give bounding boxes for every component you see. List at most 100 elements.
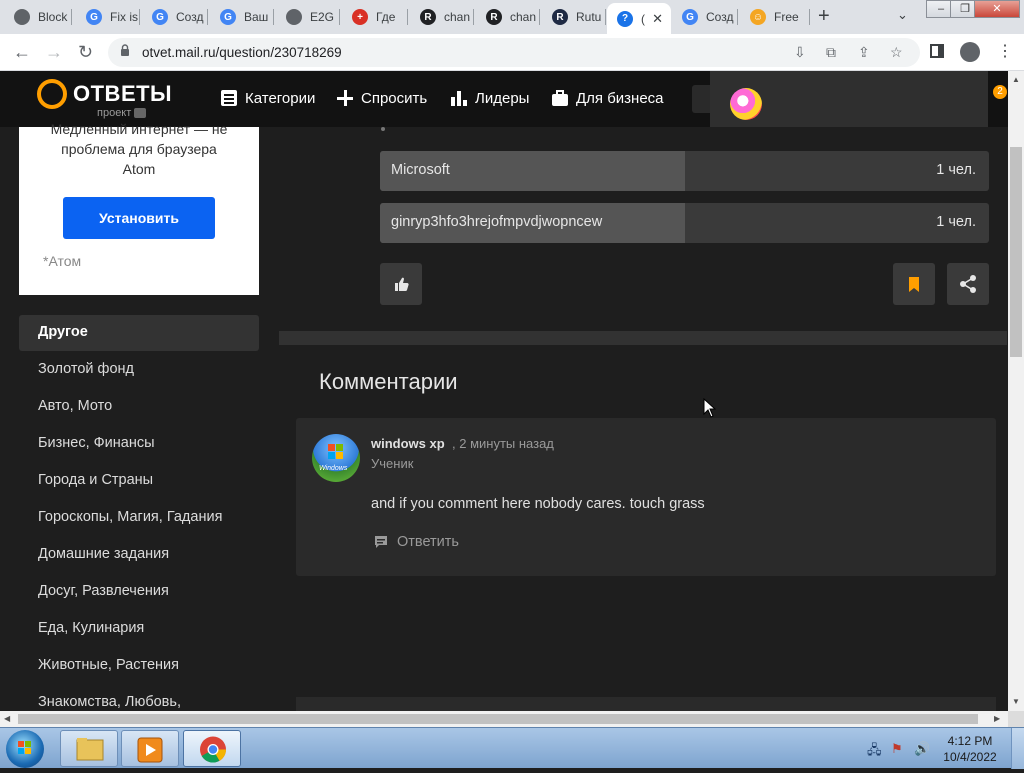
nav-categories[interactable]: Категории <box>220 89 315 107</box>
taskbar-explorer[interactable] <box>60 730 118 767</box>
action-center-icon[interactable]: ⚑ <box>891 741 903 757</box>
lock-icon[interactable] <box>120 44 130 56</box>
share-icon[interactable]: ⇪ <box>858 44 870 61</box>
back-icon[interactable]: ← <box>13 42 31 63</box>
nav-leaders[interactable]: Лидеры <box>450 89 529 107</box>
start-button[interactable] <box>6 730 44 768</box>
category-item[interactable]: Бизнес, Финансы <box>38 435 155 451</box>
browser-tab[interactable]: ? (✕ <box>607 3 671 34</box>
taskbar-media-player[interactable] <box>121 730 179 767</box>
comment-author[interactable]: windows xp <box>371 436 445 451</box>
browser-tab[interactable]: E2G <box>276 3 340 31</box>
ad-note: *Атом <box>43 253 82 269</box>
category-item[interactable]: Гороскопы, Магия, Гадания <box>38 509 222 525</box>
taskbar-clock[interactable]: 4:12 PM 10/4/2022 <box>940 733 1000 765</box>
nav-ask-label: Спросить <box>361 89 428 107</box>
thumbs-up-icon <box>395 277 409 291</box>
browser-tab[interactable]: R Rutu <box>542 3 606 31</box>
forward-icon[interactable]: → <box>45 42 63 63</box>
nav-categories-label: Категории <box>245 89 316 107</box>
browser-tab-label: Fix is <box>110 10 138 24</box>
browser-tab[interactable]: G Созд <box>142 3 208 31</box>
bookmark-star-icon[interactable]: ☆ <box>890 44 903 61</box>
horizontal-scrollbar[interactable]: ◀ ▶ <box>0 711 1008 727</box>
browser-tab[interactable]: G Fix is <box>76 3 140 31</box>
category-item[interactable]: Домашние задания <box>38 546 169 562</box>
logo-subtitle: проект <box>97 107 147 119</box>
comment-time: , 2 минуты назад <box>452 436 554 451</box>
poll-option-label: ginryp3hfo3hrejofmpvdjwopncew <box>391 214 603 230</box>
menu-icon[interactable]: ⋮ <box>997 41 1013 61</box>
avatar-label: Windows <box>319 465 348 472</box>
nav-business[interactable]: Для бизнеса <box>551 89 664 107</box>
plus-red-icon: + <box>352 9 368 25</box>
vertical-scrollbar[interactable]: ▲ ▼ <box>1008 71 1024 711</box>
show-desktop-button[interactable] <box>1011 728 1024 769</box>
browser-tab[interactable]: Rchan <box>410 3 474 31</box>
browser-tab[interactable]: G Созд <box>672 3 738 31</box>
category-item[interactable]: Досуг, Развлечения <box>38 583 169 599</box>
share-button[interactable] <box>947 263 989 305</box>
browser-tab[interactable]: ☺ Free <box>740 3 810 31</box>
like-button[interactable] <box>380 263 422 305</box>
reload-icon[interactable]: ↻ <box>78 42 93 63</box>
notification-badge[interactable]: 2 <box>993 85 1007 99</box>
browser-tab-label: Созд <box>706 10 734 24</box>
close-tab-icon[interactable]: ✕ <box>652 11 663 27</box>
volume-icon[interactable]: 🔊 <box>914 741 930 757</box>
scroll-down-icon[interactable]: ▼ <box>1012 697 1020 706</box>
network-icon[interactable]: 🖧 <box>867 741 882 763</box>
category-item[interactable]: Золотой фонд <box>38 361 134 377</box>
scroll-left-icon[interactable]: ◀ <box>4 714 10 723</box>
category-item[interactable]: Другое <box>38 324 88 340</box>
side-panel-icon[interactable] <box>930 44 944 58</box>
new-tab-button[interactable]: + <box>818 5 830 28</box>
browser-tab[interactable]: Rchan <box>476 3 540 31</box>
logo-subtitle-text: проект <box>97 107 132 119</box>
clock-time: 4:12 PM <box>947 734 993 748</box>
scroll-up-icon[interactable]: ▲ <box>1012 75 1020 84</box>
browser-tab[interactable]: + Где <box>342 3 408 31</box>
profile-avatar[interactable] <box>960 42 980 62</box>
nav-ask[interactable]: Спросить <box>336 89 427 107</box>
taskbar: 🖧 ⚑ 🔊 4:12 PM 10/4/2022 <box>0 727 1024 769</box>
browser-tab[interactable]: Block <box>4 3 72 31</box>
ad-text-line: Atom <box>122 161 156 177</box>
tab-search-icon[interactable]: ⌄ <box>897 7 908 23</box>
browser-tab[interactable]: G Ваш <box>210 3 274 31</box>
address-bar[interactable]: otvet.mail.ru/question/230718269 ⇩ ⧉ ⇪ ☆ <box>108 38 920 67</box>
poll-option[interactable]: ginryp3hfo3hrejofmpvdjwopncew 1 чел. <box>380 203 989 243</box>
poll-option[interactable]: Microsoft 1 чел. <box>380 151 989 191</box>
r-icon: R <box>486 9 502 25</box>
category-item[interactable]: Животные, Растения <box>38 657 179 673</box>
horizontal-scroll-thumb[interactable] <box>18 714 978 724</box>
vertical-scroll-thumb[interactable] <box>1010 147 1022 357</box>
popup-user-avatar[interactable] <box>730 88 762 120</box>
category-item[interactable]: Авто, Мото <box>38 398 112 414</box>
tab-separator <box>809 9 810 25</box>
search-field[interactable] <box>692 85 712 113</box>
install-button[interactable]: Установить <box>63 197 215 239</box>
close-window-button[interactable]: ✕ <box>974 0 1020 18</box>
site-logo[interactable]: ОТВЕТЫ <box>73 81 172 107</box>
browser-toolbar: ← → ↻ otvet.mail.ru/question/230718269 ⇩… <box>0 34 1024 71</box>
tab-separator <box>207 9 208 25</box>
browser-tab-label: Free <box>774 10 799 24</box>
plus-icon <box>337 90 353 106</box>
url-text[interactable]: otvet.mail.ru/question/230718269 <box>142 45 342 60</box>
browser-tab-label: E2G <box>310 10 335 24</box>
clock-date: 10/4/2022 <box>943 750 997 764</box>
logo-icon[interactable] <box>37 79 67 109</box>
category-item[interactable]: Знакомства, Любовь, <box>38 694 181 710</box>
category-item[interactable]: Города и Страны <box>38 472 153 488</box>
translate-icon[interactable]: ⧉ <box>826 44 836 61</box>
commenter-avatar[interactable]: Windows <box>312 434 360 482</box>
reply-label: Ответить <box>397 534 459 550</box>
category-item[interactable]: Еда, Кулинария <box>38 620 144 636</box>
scroll-right-icon[interactable]: ▶ <box>994 714 1000 723</box>
google-icon: G <box>220 9 236 25</box>
bookmark-button[interactable] <box>893 263 935 305</box>
reply-button[interactable]: Ответить <box>373 534 459 550</box>
install-icon[interactable]: ⇩ <box>794 44 806 61</box>
taskbar-chrome[interactable] <box>183 730 241 767</box>
